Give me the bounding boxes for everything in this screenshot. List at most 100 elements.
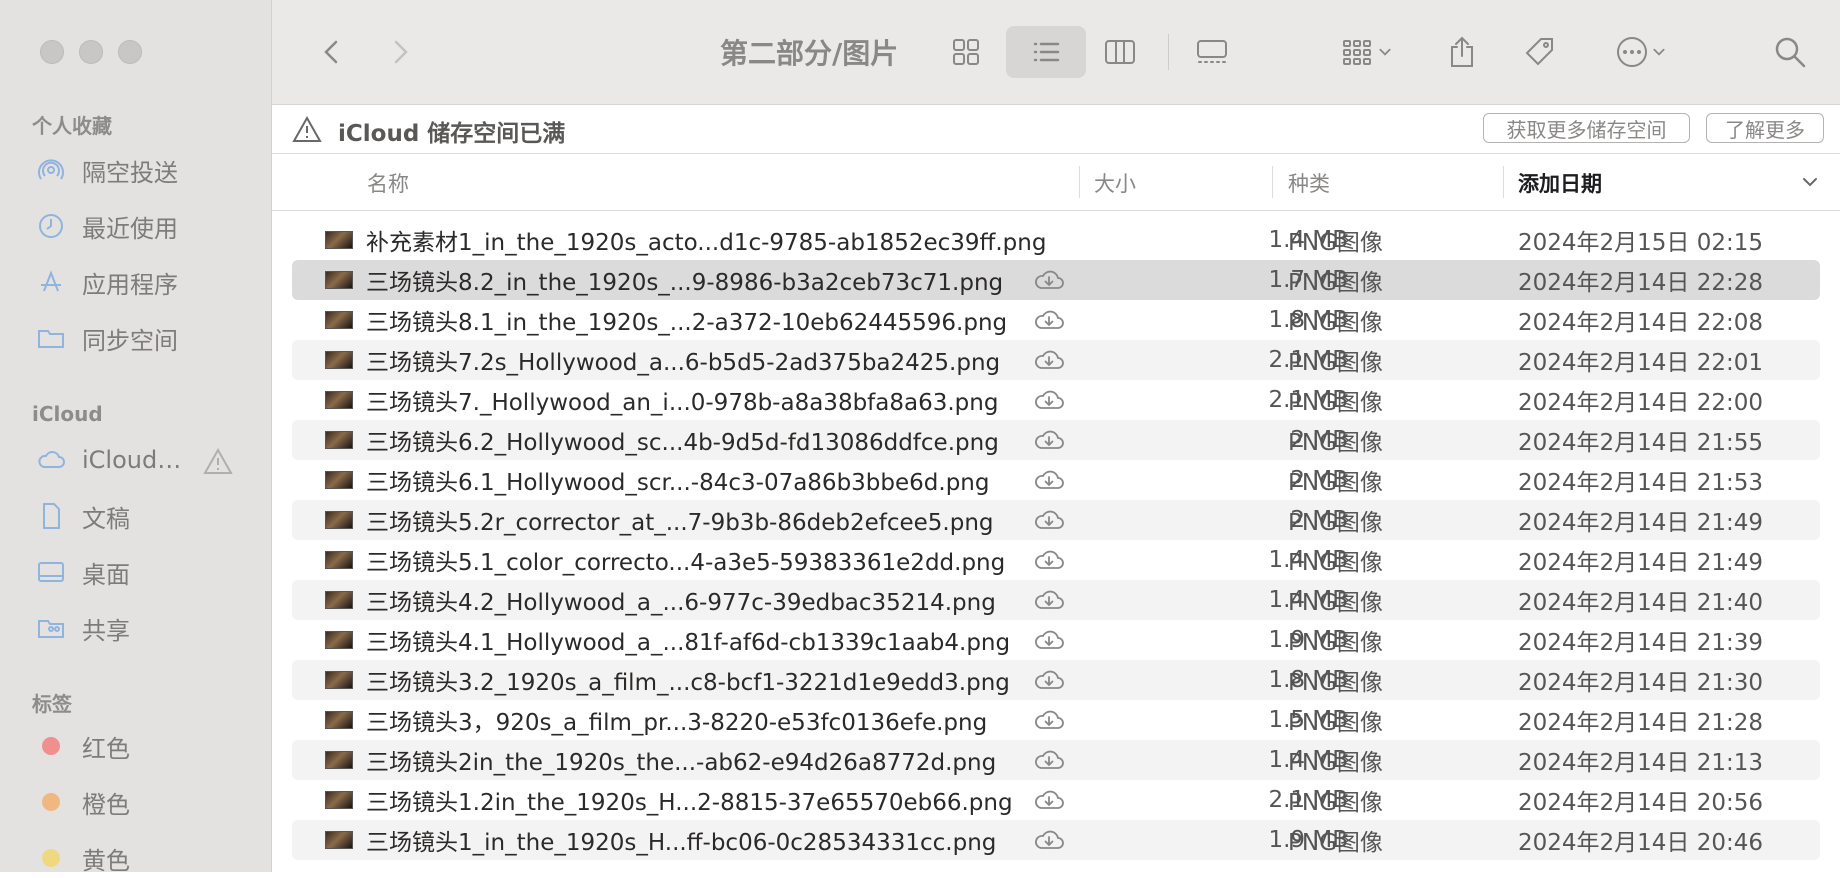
file-row[interactable]: 三场镜头2in_the_1920s_the...-ab62-e94d26a877… xyxy=(272,740,1840,780)
share-icon xyxy=(1451,36,1473,67)
cloud-download-icon[interactable] xyxy=(1032,267,1066,293)
columns-icon xyxy=(1105,40,1135,64)
tag-button[interactable] xyxy=(1516,26,1564,78)
minimize-window-button[interactable] xyxy=(79,40,103,64)
column-view-button[interactable] xyxy=(1094,26,1146,78)
zoom-window-button[interactable] xyxy=(118,40,142,64)
close-window-button[interactable] xyxy=(40,40,64,64)
warning-icon xyxy=(292,115,322,142)
list-icon xyxy=(1033,42,1060,62)
share-button[interactable] xyxy=(1438,26,1486,78)
cloud-download-icon[interactable] xyxy=(1032,747,1066,773)
sidebar-item-shared[interactable]: 共享 xyxy=(36,608,130,648)
back-button[interactable] xyxy=(312,26,352,78)
sidebar-item-desktop[interactable]: 桌面 xyxy=(36,552,130,592)
file-kind: PNG图像 xyxy=(1288,670,1383,696)
sidebar-item-label: 橙色 xyxy=(82,790,130,819)
search-button[interactable] xyxy=(1766,26,1814,78)
file-row[interactable]: 三场镜头5.2r_corrector_at_...7-9b3b-86deb2ef… xyxy=(272,500,1840,540)
chevron-down-icon[interactable] xyxy=(1800,172,1820,192)
cloud-icon xyxy=(36,445,66,475)
column-header-kind[interactable]: 种类 xyxy=(1288,168,1330,198)
airdrop-icon xyxy=(36,155,66,185)
file-name: 三场镜头8.1_in_the_1920s_...2-a372-10eb62445… xyxy=(366,310,1008,336)
cloud-download-icon[interactable] xyxy=(1032,707,1066,733)
sidebar-tag-orange[interactable]: 橙色 xyxy=(36,782,130,822)
file-row[interactable]: 三场镜头6.1_Hollywood_scr...-84c3-07a86b3bbe… xyxy=(272,460,1840,500)
group-by-button[interactable] xyxy=(1328,26,1408,78)
file-kind: PNG图像 xyxy=(1288,350,1383,376)
file-row[interactable]: 三场镜头4.1_Hollywood_a_...81f-af6d-cb1339c1… xyxy=(272,620,1840,660)
column-header-date-added[interactable]: 添加日期 xyxy=(1518,168,1602,198)
file-row[interactable]: 三场镜头4.2_Hollywood_a_...6-977c-39edbac352… xyxy=(272,580,1840,620)
ellipsis-circle-icon xyxy=(1617,37,1647,67)
image-thumbnail-icon xyxy=(325,631,353,649)
file-row[interactable]: 三场镜头8.1_in_the_1920s_...2-a372-10eb62445… xyxy=(272,300,1840,340)
sidebar-item-recents[interactable]: 最近使用 xyxy=(36,206,178,246)
apps-icon xyxy=(36,267,66,297)
list-view-button[interactable] xyxy=(1006,26,1086,78)
cloud-download-icon[interactable] xyxy=(1032,827,1066,853)
file-row[interactable]: 三场镜头7.2s_Hollywood_a...6-b5d5-2ad375ba24… xyxy=(272,340,1840,380)
sidebar-item-icloud-drive[interactable]: iCloud… xyxy=(36,440,181,480)
toolbar: 第二部分/图片 xyxy=(272,0,1840,105)
chevron-down-icon xyxy=(1653,48,1665,56)
file-name: 三场镜头3.2_1920s_a_film_...c8-bcf1-3221d1e9… xyxy=(366,670,1010,696)
sidebar-item-label: 红色 xyxy=(82,734,130,763)
image-thumbnail-icon xyxy=(325,431,353,449)
get-more-storage-button[interactable]: 获取更多储存空间 xyxy=(1483,113,1690,143)
cloud-download-icon[interactable] xyxy=(1032,507,1066,533)
cloud-download-icon[interactable] xyxy=(1032,347,1066,373)
file-kind: PNG图像 xyxy=(1288,270,1383,296)
cloud-download-icon[interactable] xyxy=(1032,547,1066,573)
file-row[interactable]: 三场镜头8.2_in_the_1920s_...9-8986-b3a2ceb73… xyxy=(272,260,1840,300)
column-header-size[interactable]: 大小 xyxy=(1094,168,1136,198)
cloud-download-icon[interactable] xyxy=(1032,587,1066,613)
file-row[interactable]: 三场镜头3，920s_a_film_pr...3-8220-e53fc0136e… xyxy=(272,700,1840,740)
file-date-added: 2024年2月14日 22:28 xyxy=(1518,270,1764,296)
file-kind: PNG图像 xyxy=(1288,790,1383,816)
file-name: 三场镜头4.1_Hollywood_a_...81f-af6d-cb1339c1… xyxy=(366,630,1011,656)
file-date-added: 2024年2月14日 21:40 xyxy=(1518,590,1764,616)
cloud-download-icon[interactable] xyxy=(1032,387,1066,413)
learn-more-button[interactable]: 了解更多 xyxy=(1706,113,1824,143)
cloud-download-icon[interactable] xyxy=(1032,307,1066,333)
file-kind: PNG图像 xyxy=(1288,230,1383,256)
favorites-section-title: 个人收藏 xyxy=(32,114,112,138)
image-thumbnail-icon xyxy=(325,591,353,609)
sidebar-item-airdrop[interactable]: 隔空投送 xyxy=(36,150,178,190)
cloud-download-icon[interactable] xyxy=(1032,787,1066,813)
image-thumbnail-icon xyxy=(325,511,353,529)
sidebar-item-documents[interactable]: 文稿 xyxy=(36,496,130,536)
file-row[interactable]: 三场镜头1_in_the_1920s_H...ff-bc06-0c2853433… xyxy=(272,820,1840,860)
gallery-view-button[interactable] xyxy=(1184,26,1240,78)
file-name: 三场镜头5.2r_corrector_at_...7-9b3b-86deb2ef… xyxy=(366,510,994,536)
cloud-download-icon[interactable] xyxy=(1032,627,1066,653)
sidebar-item-sync-space[interactable]: 同步空间 xyxy=(36,318,178,358)
forward-button[interactable] xyxy=(380,26,420,78)
file-row[interactable]: 三场镜头7._Hollywood_an_i...0-978b-a8a38bfa8… xyxy=(272,380,1840,420)
file-kind: PNG图像 xyxy=(1288,390,1383,416)
cloud-download-icon[interactable] xyxy=(1032,467,1066,493)
tag-dot-icon xyxy=(36,731,66,761)
cloud-download-icon[interactable] xyxy=(1032,427,1066,453)
file-row[interactable]: 三场镜头5.1_color_correcto...4-a3e5-59383361… xyxy=(272,540,1840,580)
file-row[interactable]: 三场镜头3.2_1920s_a_film_...c8-bcf1-3221d1e9… xyxy=(272,660,1840,700)
more-actions-button[interactable] xyxy=(1602,26,1682,78)
sidebar-item-label: 同步空间 xyxy=(82,326,178,355)
window-controls xyxy=(40,40,142,64)
icloud-section-title: iCloud xyxy=(32,402,103,426)
file-row[interactable]: 三场镜头1.2in_the_1920s_H...2-8815-37e65570e… xyxy=(272,780,1840,820)
file-kind: PNG图像 xyxy=(1288,590,1383,616)
file-row[interactable]: 补充素材1_in_the_1920s_acto...d1c-9785-ab185… xyxy=(272,220,1840,260)
cloud-download-icon[interactable] xyxy=(1032,667,1066,693)
file-date-added: 2024年2月14日 21:30 xyxy=(1518,670,1764,696)
sidebar-item-applications[interactable]: 应用程序 xyxy=(36,262,178,302)
sidebar-tag-red[interactable]: 红色 xyxy=(36,726,130,766)
sidebar-tag-yellow[interactable]: 黄色 xyxy=(36,838,130,878)
file-row[interactable]: 三场镜头6.2_Hollywood_sc...4b-9d5d-fd13086dd… xyxy=(272,420,1840,460)
file-name: 三场镜头2in_the_1920s_the...-ab62-e94d26a877… xyxy=(366,750,997,776)
icon-view-button[interactable] xyxy=(940,26,992,78)
image-thumbnail-icon xyxy=(325,791,353,809)
column-header-name[interactable]: 名称 xyxy=(367,168,409,198)
